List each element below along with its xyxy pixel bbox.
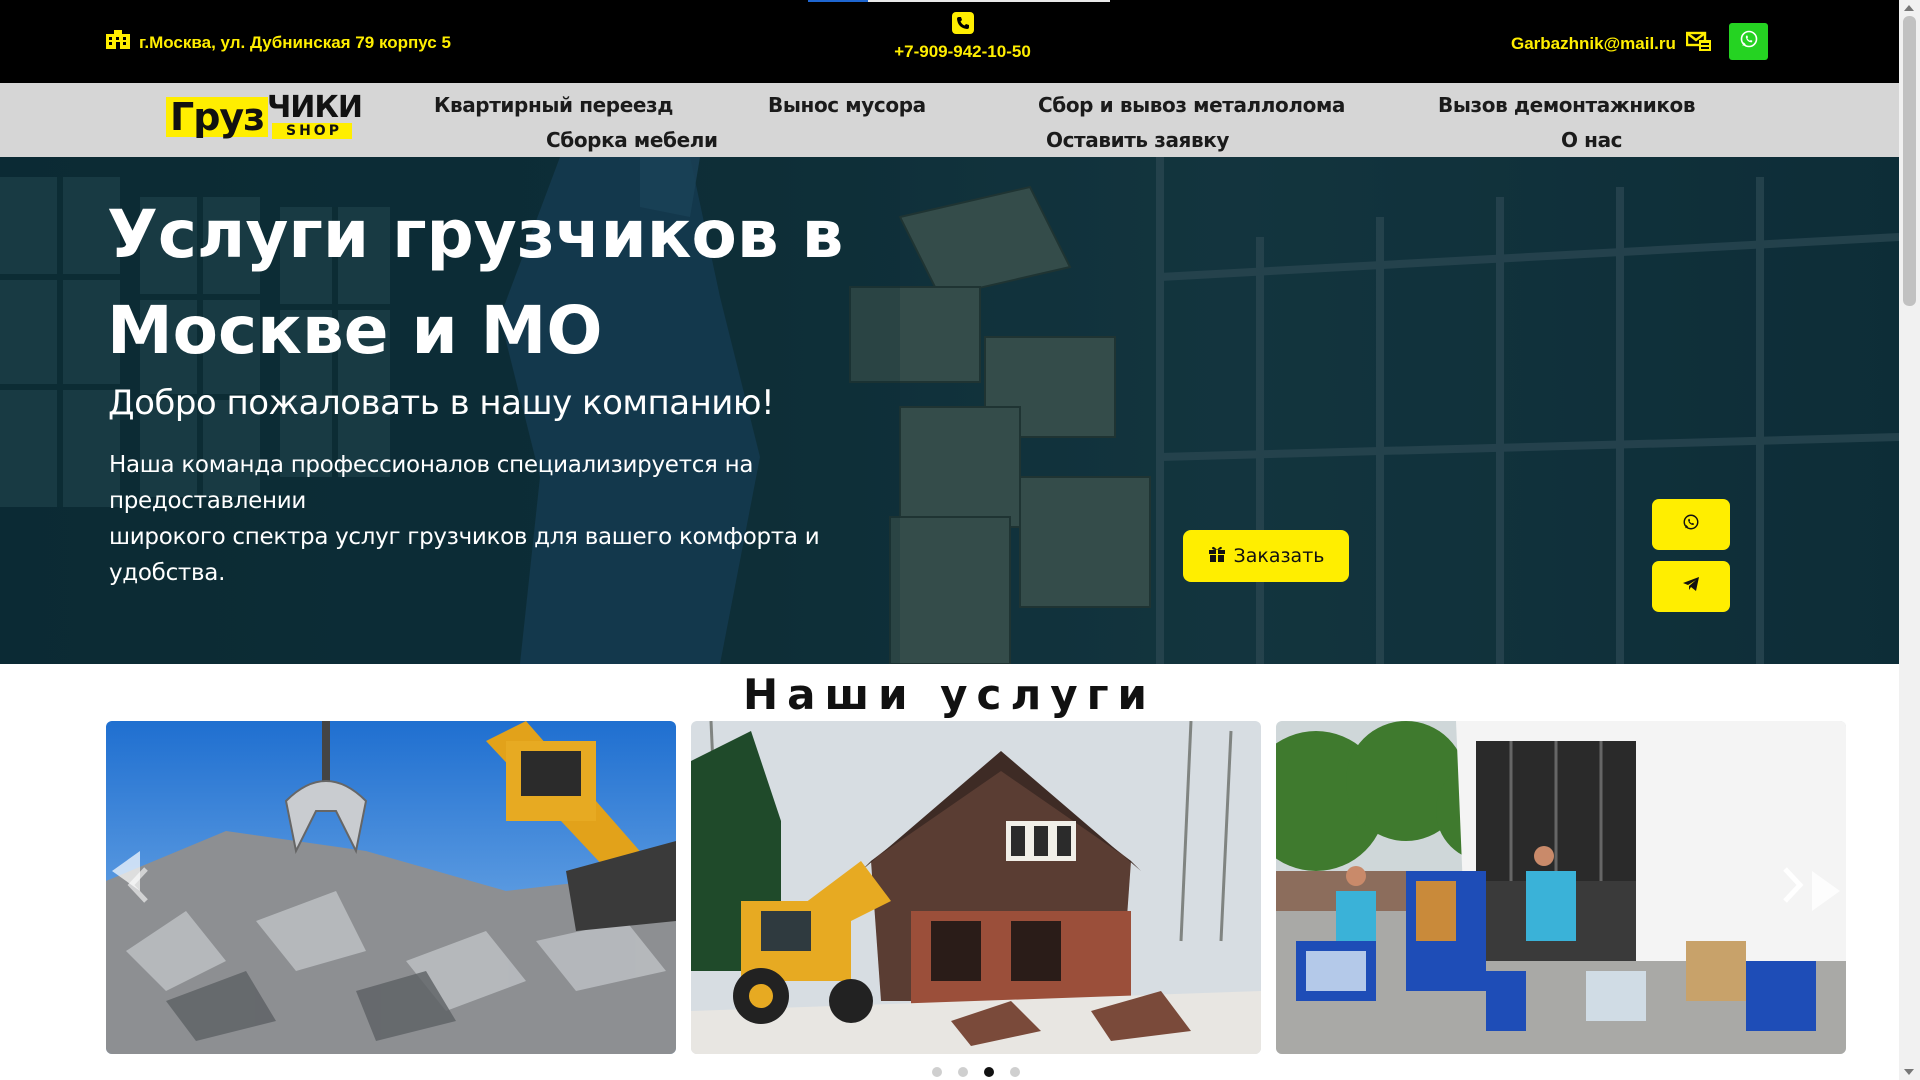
floating-telegram-button[interactable] <box>1652 561 1730 612</box>
page-scrollbar[interactable] <box>1899 0 1920 1080</box>
carousel-dot-3[interactable] <box>984 1067 994 1077</box>
site-logo[interactable]: Груз ЧИКИ SHOP <box>166 90 363 139</box>
address: г.Москва, ул. Дубнинская 79 корпус 5 <box>105 30 451 55</box>
order-button-label: Заказать <box>1233 545 1325 567</box>
logo-part3: SHOP <box>272 123 352 139</box>
logo-part1: Груз <box>166 97 269 137</box>
scroll-down-arrow[interactable] <box>1904 1069 1914 1075</box>
carousel-dot-1[interactable] <box>932 1067 942 1077</box>
email-link[interactable]: Garbazhnik@mail.ru <box>1511 30 1712 57</box>
hero-title: Услуги грузчиков в Москве и МО <box>107 187 867 379</box>
hero-title-line1: Услуги грузчиков в <box>107 196 844 273</box>
scroll-thumb[interactable] <box>1903 16 1916 306</box>
house-demolition-photo <box>691 721 1261 1054</box>
nav-item-scrap-metal[interactable]: Сбор и вывоз металлолома <box>1038 93 1345 117</box>
carousel-dot-2[interactable] <box>958 1067 968 1077</box>
nav-item-dismantlers[interactable]: Вызов демонтажников <box>1438 93 1696 117</box>
carousel-prev-button[interactable] <box>121 862 155 912</box>
loading-progress-bar <box>808 0 1110 2</box>
hero-description: Наша команда профессионалов специализиру… <box>109 447 909 591</box>
carousel-next-button[interactable] <box>1776 862 1810 912</box>
carousel-dot-4[interactable] <box>1010 1067 1020 1077</box>
hero-description-line2: широкого спектра услуг грузчиков для ваш… <box>109 524 820 586</box>
services-title: Наши услуги <box>743 670 1156 719</box>
scrap-metal-photo <box>106 721 676 1054</box>
mail-icon <box>1685 30 1712 57</box>
nav-item-about[interactable]: О нас <box>1561 128 1623 152</box>
chevron-left-icon <box>126 866 150 909</box>
order-button[interactable]: Заказать <box>1183 530 1349 582</box>
main-navigation: Груз ЧИКИ SHOP Квартирный переезд Вынос … <box>0 83 1899 157</box>
chevron-right-icon <box>1781 866 1805 909</box>
nav-item-furniture-assembly[interactable]: Сборка мебели <box>546 128 718 152</box>
nav-item-apartment-moving[interactable]: Квартирный переезд <box>434 93 673 117</box>
logo-part2: ЧИКИ <box>267 90 363 125</box>
phone-icon <box>889 12 1036 34</box>
gift-icon <box>1208 545 1226 568</box>
whatsapp-icon <box>1682 513 1700 536</box>
email-text: Garbazhnik@mail.ru <box>1511 33 1676 53</box>
hero-banner: Услуги грузчиков в Москве и МО Добро пож… <box>0 157 1899 664</box>
hero-subtitle: Добро пожаловать в нашу компанию! <box>108 383 775 423</box>
service-card-scrap-metal[interactable] <box>106 721 676 1054</box>
whatsapp-icon <box>1739 29 1759 54</box>
address-text: г.Москва, ул. Дубнинская 79 корпус 5 <box>139 32 451 52</box>
telegram-icon <box>1682 576 1700 597</box>
whatsapp-button-top[interactable] <box>1729 23 1768 60</box>
top-contact-bar: г.Москва, ул. Дубнинская 79 корпус 5 +7-… <box>0 0 1899 83</box>
service-card-moving[interactable] <box>1276 721 1846 1054</box>
phone-link[interactable]: +7-909-942-10-50 <box>889 12 1036 62</box>
moving-truck-photo <box>1276 721 1846 1054</box>
scroll-up-arrow[interactable] <box>1904 5 1914 11</box>
carousel-pagination <box>932 1067 1020 1077</box>
nav-item-leave-request[interactable]: Оставить заявку <box>1046 128 1229 152</box>
floating-whatsapp-button[interactable] <box>1652 499 1730 550</box>
phone-number: +7-909-942-10-50 <box>894 42 1031 61</box>
service-card-demolition[interactable] <box>691 721 1261 1054</box>
hero-title-line2: Москве и МО <box>107 292 603 369</box>
hero-description-line1: Наша команда профессионалов специализиру… <box>109 452 754 514</box>
building-icon <box>105 30 131 55</box>
nav-item-trash-removal[interactable]: Вынос мусора <box>768 93 926 117</box>
